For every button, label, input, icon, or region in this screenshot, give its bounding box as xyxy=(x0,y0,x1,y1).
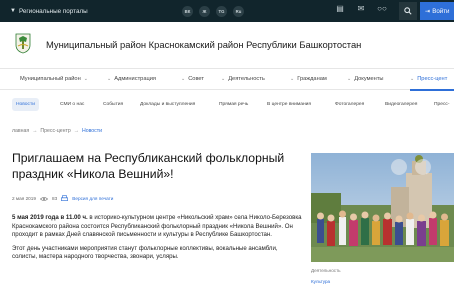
caret-down-icon: ▼ xyxy=(10,8,16,14)
subnav-in-focus[interactable]: В центре внимания xyxy=(263,98,315,111)
subnav-video-gallery[interactable]: Видеогалерея xyxy=(381,98,421,111)
article-paragraph: Этот день участниками мероприятия станут… xyxy=(12,244,278,261)
chevron-down-icon: ⌄ xyxy=(181,76,186,82)
photo-category-tag[interactable]: Культура xyxy=(311,279,330,284)
subnav-reports[interactable]: Доклады и выступления xyxy=(136,98,199,111)
nav-label: Документы xyxy=(354,76,384,82)
nav-label: Гражданам xyxy=(297,76,327,82)
active-nav-indicator xyxy=(410,89,454,91)
print-icon xyxy=(61,195,69,201)
social-links: ВК Ж TG Ru xyxy=(182,6,244,17)
top-bar: ▼ Региональные порталы ВК Ж TG Ru ▤ ✉ ○○… xyxy=(0,0,454,22)
search-icon xyxy=(404,7,412,15)
subnav-direct-speech[interactable]: Прямая речь xyxy=(215,98,252,111)
nav-press-center[interactable]: ⌄ Пресс-цент xyxy=(410,76,447,82)
login-icon: ⇥ xyxy=(425,7,431,15)
print-version-link[interactable]: Версия для печати xyxy=(72,196,113,201)
subnav-news[interactable]: Новости xyxy=(12,98,39,111)
chevron-down-icon: ⌄ xyxy=(410,76,415,82)
festival-photo-illustration xyxy=(311,153,454,262)
feed-icon[interactable]: ▤ xyxy=(333,4,347,13)
chevron-down-icon: ⌄ xyxy=(107,76,112,82)
breadcrumb-separator: → xyxy=(32,128,38,134)
subnav-press[interactable]: Пресс- xyxy=(430,98,453,111)
nav-administration[interactable]: ⌄ Администрация xyxy=(107,76,156,82)
nav-label: Совет xyxy=(188,76,205,82)
breadcrumb-home[interactable]: лавная xyxy=(12,128,29,134)
nav-label: Муниципальный район xyxy=(20,76,81,82)
nav-council[interactable]: ⌄ Совет xyxy=(181,76,204,82)
nav-citizens[interactable]: ⌄ Гражданам xyxy=(290,76,327,82)
article-photo[interactable] xyxy=(311,153,454,262)
article-paragraph: 5 мая 2019 года в 11.00 ч. в историко-ку… xyxy=(12,214,302,240)
breadcrumb-press-center[interactable]: Пресс-центр xyxy=(40,128,70,134)
views-count: 83 xyxy=(52,196,58,201)
article-title: Приглашаем на Республиканский фольклорны… xyxy=(12,151,285,181)
accessibility-glasses-icon[interactable]: ○○ xyxy=(375,4,389,13)
zen-icon[interactable]: Ж xyxy=(199,6,210,17)
breadcrumb-news[interactable]: Новости xyxy=(82,128,102,134)
subnav-media-about-us[interactable]: СМИ о нас xyxy=(56,98,88,111)
chevron-down-icon: ⌄ xyxy=(347,76,352,82)
main-nav: Муниципальный район ⌄ ⌄ Администрация ⌄ Сов… xyxy=(0,68,454,91)
nav-label: Администрация xyxy=(114,76,157,82)
vk-icon[interactable]: ВК xyxy=(182,6,193,17)
views-eye-icon xyxy=(40,196,49,201)
article-meta: 2 мая 2019 83 Версия для печати xyxy=(12,195,113,202)
article-date-highlight: 5 мая 2019 года в 11.00 ч. xyxy=(12,214,88,221)
nav-activity[interactable]: ⌄ Деятельность xyxy=(221,76,265,82)
photo-category-label: Деятельность xyxy=(311,268,341,273)
mail-icon[interactable]: ✉ xyxy=(354,4,368,13)
subnav-events[interactable]: События xyxy=(99,98,127,111)
breadcrumb-separator: → xyxy=(73,128,79,134)
site-logo[interactable] xyxy=(14,32,32,54)
chevron-down-icon: ⌄ xyxy=(221,76,226,82)
article-body: 5 мая 2019 года в 11.00 ч. в историко-ку… xyxy=(12,214,302,262)
telegram-icon[interactable]: TG xyxy=(216,6,227,17)
chevron-down-icon: ⌄ xyxy=(83,76,88,82)
crest-icon xyxy=(15,33,31,54)
login-button[interactable]: ⇥ Войти xyxy=(420,2,454,20)
login-label: Войти xyxy=(432,7,450,15)
search-button[interactable] xyxy=(399,2,417,20)
breadcrumb: лавная → Пресс-центр → Новости xyxy=(12,128,102,134)
article-date: 2 мая 2019 xyxy=(12,196,37,201)
nav-municipal-district[interactable]: Муниципальный район ⌄ xyxy=(20,76,88,82)
regional-portals-dropdown[interactable]: ▼ Региональные порталы xyxy=(10,8,88,15)
nav-documents[interactable]: ⌄ Документы xyxy=(347,76,384,82)
nav-label: Деятельность xyxy=(228,76,265,82)
header-tools: ▤ ✉ ○○ xyxy=(333,4,389,13)
chevron-down-icon: ⌄ xyxy=(290,76,295,82)
regional-portals-label: Региональные порталы xyxy=(18,7,88,15)
rutube-icon[interactable]: Ru xyxy=(233,6,244,17)
nav-label: Пресс-цент xyxy=(417,76,448,82)
subnav-photo-gallery[interactable]: Фотогалерея xyxy=(331,98,368,111)
site-title[interactable]: Муниципальный район Краснокамский район … xyxy=(46,39,361,50)
